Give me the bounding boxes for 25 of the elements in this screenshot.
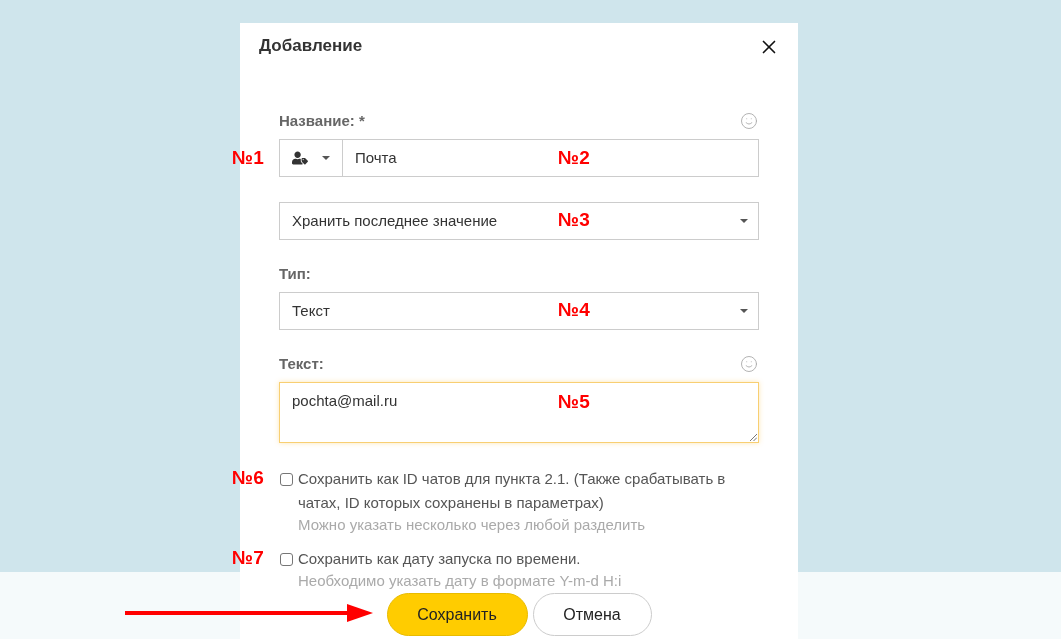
contact-type-dropdown[interactable]	[279, 139, 343, 177]
checkbox-label: Сохранить как ID чатов для пункта 2.1. (Также срабатывать в чатах, ID которых сохранены в параметрах)	[298, 469, 727, 513]
field-label: Название: *	[279, 112, 365, 130]
field-label: Тип:	[279, 265, 311, 283]
field-label: Текст:	[279, 355, 324, 373]
annotation-label: №3	[558, 210, 590, 230]
hint-text: Можно указать несколько через любой разделить	[298, 515, 647, 535]
resize-handle-icon[interactable]	[749, 433, 757, 441]
checkbox-label: Сохранить как дату запуска по времени.	[298, 549, 582, 569]
cancel-button[interactable]: Отмена	[532, 593, 652, 636]
caret-icon	[740, 309, 748, 313]
hint-text: Необходимо указать дату в формате Y-m-d H:i	[298, 571, 623, 591]
checkbox[interactable]	[280, 553, 293, 566]
annotation-label: №5	[558, 392, 590, 412]
annotation-label: №1	[232, 148, 264, 168]
user-tag-icon	[292, 150, 308, 166]
annotation-label: №6	[232, 468, 264, 488]
annotation-label: №7	[232, 548, 264, 568]
annotation-label: №4	[558, 300, 590, 320]
checkbox[interactable]	[280, 473, 293, 486]
save-button[interactable]: Сохранить	[386, 593, 528, 636]
annotation-label: №2	[558, 148, 590, 168]
caret-icon	[740, 219, 748, 223]
caret-icon	[322, 156, 330, 160]
dialog-title: Добавление	[259, 35, 363, 58]
